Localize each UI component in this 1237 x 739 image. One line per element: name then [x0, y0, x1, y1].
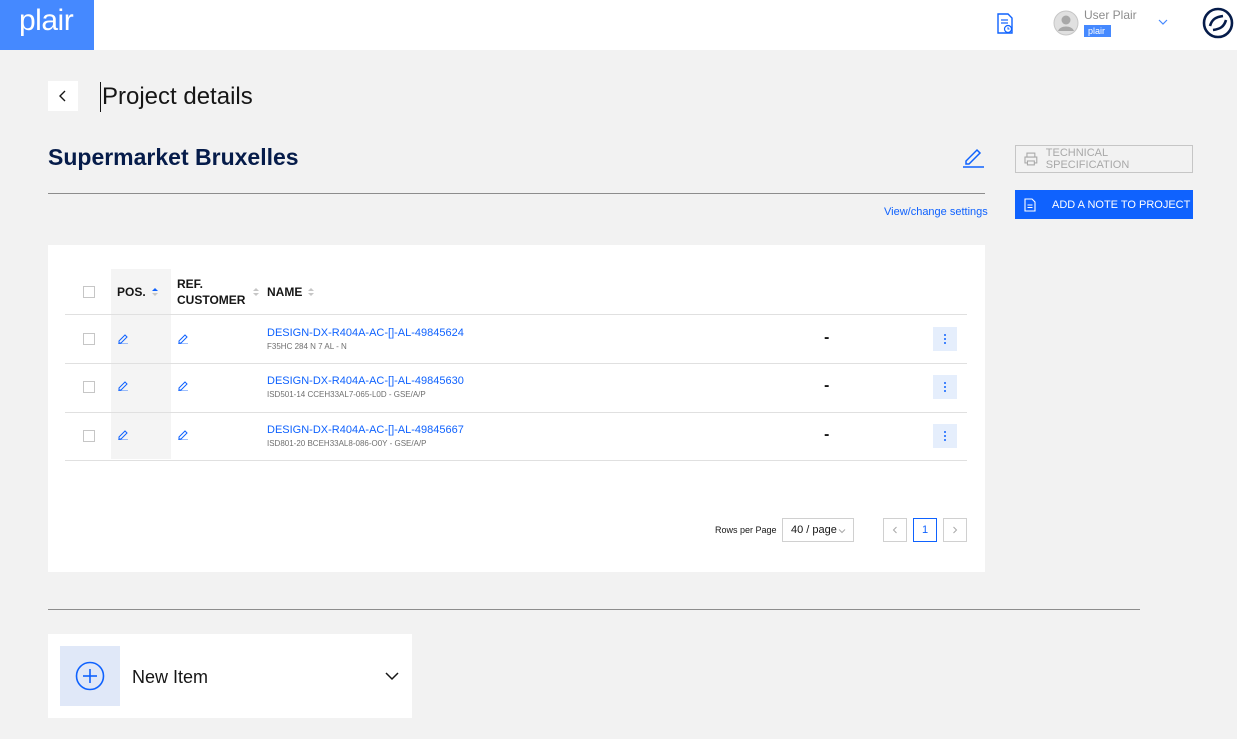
new-item-panel[interactable]: New Item — [48, 634, 412, 718]
technical-specification-button[interactable]: TECHNICAL SPECIFICATION — [1015, 145, 1193, 173]
table-row[interactable]: DESIGN-DX-R404A-AC-[]-AL-49845630 ISD501… — [65, 364, 967, 413]
items-table-card: POS. REF. CUSTOMER NAME DESIGN-DX-R404A-… — [48, 245, 985, 572]
chevron-left-icon — [59, 90, 66, 102]
row-menu-button[interactable] — [933, 327, 957, 351]
app-logo[interactable]: plair — [0, 0, 94, 50]
kebab-menu-icon — [944, 334, 946, 344]
row-subtitle: ISD501-14 CCEH33AL7-065-L0D - GSE/A/P — [267, 390, 426, 399]
table-row[interactable]: DESIGN-DX-R404A-AC-[]-AL-49845667 ISD801… — [65, 412, 967, 461]
user-avatar-icon[interactable] — [1053, 10, 1079, 36]
view-settings-link[interactable]: View/change settings — [884, 206, 988, 218]
add-note-label: ADD A NOTE TO PROJECT — [1052, 198, 1191, 211]
edit-pos-icon[interactable] — [118, 381, 128, 391]
chevron-down-icon — [838, 529, 846, 534]
user-name[interactable]: User Plair — [1084, 8, 1137, 22]
add-note-button[interactable]: ADD A NOTE TO PROJECT — [1015, 190, 1193, 219]
row-checkbox[interactable] — [83, 333, 95, 345]
page-1-button[interactable]: 1 — [913, 518, 937, 542]
row-name-link[interactable]: DESIGN-DX-R404A-AC-[]-AL-49845624 — [267, 327, 464, 339]
edit-ref-icon[interactable] — [178, 430, 188, 440]
sort-icon[interactable] — [307, 286, 315, 298]
add-item-button[interactable] — [60, 646, 120, 706]
chevron-left-icon — [892, 526, 897, 534]
technical-specification-label: TECHNICAL SPECIFICATION — [1045, 147, 1130, 171]
row-subtitle: ISD801-20 BCEH33AL8-086-O0Y - GSE/A/P — [267, 439, 427, 448]
row-name-link[interactable]: DESIGN-DX-R404A-AC-[]-AL-49845667 — [267, 424, 464, 436]
user-org-badge: plair — [1084, 25, 1111, 37]
row-menu-button[interactable] — [933, 424, 957, 448]
back-button[interactable] — [48, 81, 78, 111]
ref-header-line1[interactable]: REF. — [177, 277, 203, 291]
table-row[interactable]: DESIGN-DX-R404A-AC-[]-AL-49845624 F35HC … — [65, 315, 967, 364]
name-header[interactable]: NAME — [267, 285, 302, 299]
row-value: - — [824, 331, 830, 346]
prev-page-button[interactable] — [883, 518, 907, 542]
rows-per-page-select[interactable]: 40 / page — [782, 518, 854, 542]
table-header: POS. REF. CUSTOMER NAME — [65, 269, 967, 315]
edit-ref-icon[interactable] — [178, 334, 188, 344]
row-value: - — [824, 379, 830, 394]
new-item-label: New Item — [132, 667, 209, 687]
row-value: - — [824, 428, 830, 443]
document-history-icon[interactable] — [996, 13, 1014, 35]
chevron-down-icon[interactable] — [1157, 16, 1169, 28]
chevron-right-icon — [953, 526, 958, 534]
brand-symbol-icon[interactable] — [1202, 7, 1234, 39]
pos-header[interactable]: POS. — [117, 285, 146, 299]
kebab-menu-icon — [944, 431, 946, 441]
divider — [48, 193, 985, 194]
row-menu-button[interactable] — [933, 375, 957, 399]
chevron-down-icon[interactable] — [385, 669, 399, 683]
printer-icon — [1024, 152, 1038, 166]
divider — [48, 609, 1140, 610]
ref-header-line2[interactable]: CUSTOMER — [177, 293, 245, 307]
edit-ref-icon[interactable] — [178, 381, 188, 391]
page-title: Project details — [100, 82, 253, 112]
next-page-button[interactable] — [943, 518, 967, 542]
top-header: plair User Plair plair — [0, 0, 1237, 50]
edit-pos-icon[interactable] — [118, 334, 128, 344]
rows-per-page-label: Rows per Page — [715, 525, 777, 535]
sort-icon[interactable] — [252, 286, 260, 298]
row-checkbox[interactable] — [83, 381, 95, 393]
edit-project-icon[interactable] — [961, 144, 985, 168]
row-checkbox[interactable] — [83, 430, 95, 442]
sort-asc-icon[interactable] — [151, 286, 159, 298]
kebab-menu-icon — [944, 382, 946, 392]
project-name: Supermarket Bruxelles — [48, 144, 299, 170]
row-name-link[interactable]: DESIGN-DX-R404A-AC-[]-AL-49845630 — [267, 375, 464, 387]
edit-pos-icon[interactable] — [118, 430, 128, 440]
select-all-checkbox[interactable] — [83, 286, 95, 298]
rows-per-page-value: 40 / page — [791, 524, 837, 536]
row-subtitle: F35HC 284 N 7 AL - N — [267, 342, 347, 351]
plus-circle-icon — [75, 661, 105, 691]
document-icon — [1024, 197, 1036, 212]
